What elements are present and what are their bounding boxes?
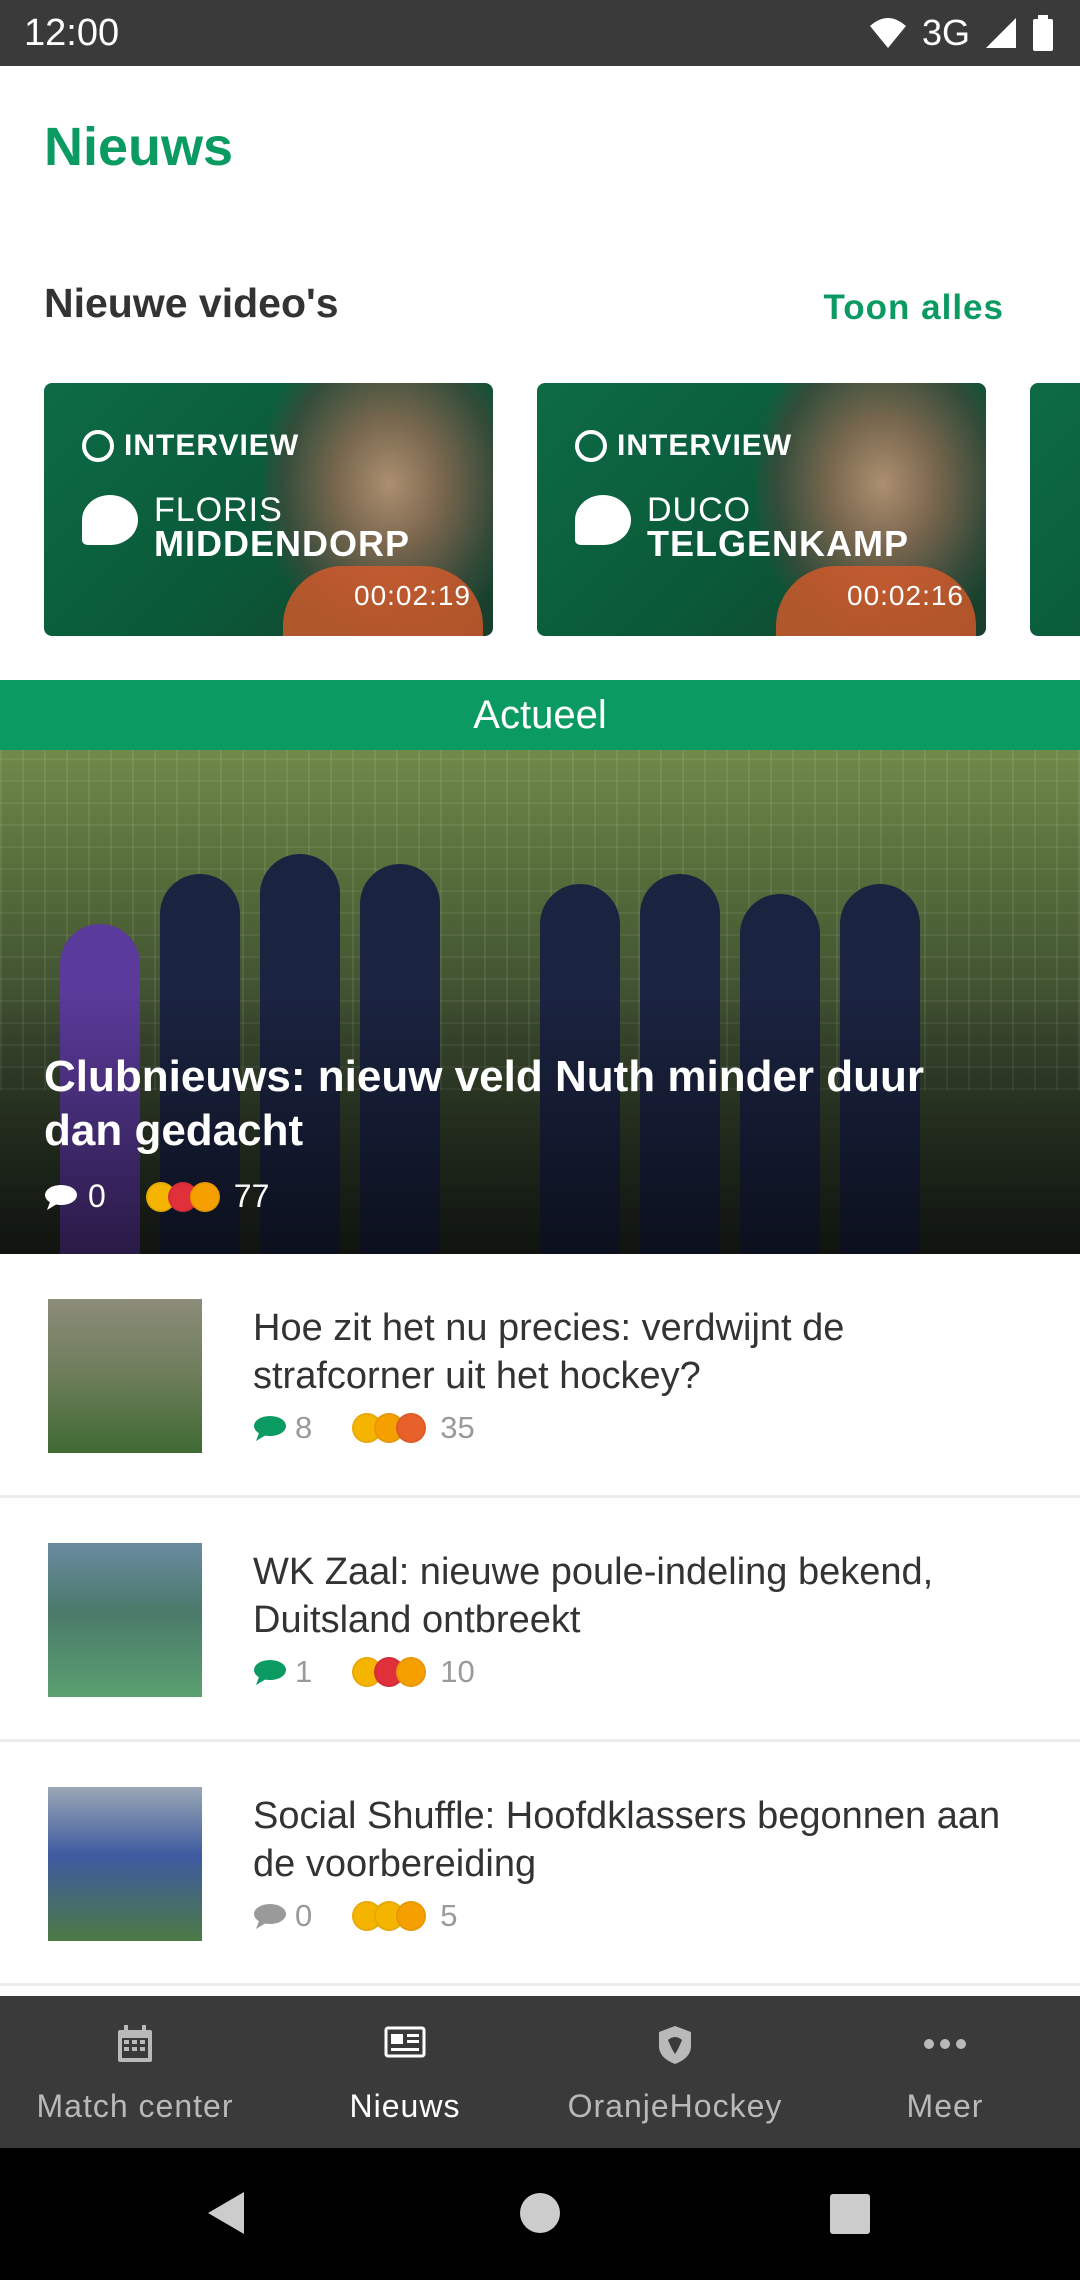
thumbs-down-icon (396, 1657, 427, 1687)
comment-icon (45, 1184, 77, 1210)
video-card[interactable]: INTERVIEW DUCO TELGENKAMP 00:02:16 (537, 383, 986, 636)
videos-header: Nieuwe video's Toon alles (44, 276, 1004, 336)
nav-item-oranjehockey[interactable]: OranjeHockey (540, 1996, 810, 2148)
comment-count: 8 (295, 1410, 313, 1445)
nav-label: OranjeHockey (567, 2088, 783, 2124)
status-icons: 3G (868, 12, 1054, 54)
actueel-header: Actueel (0, 680, 1080, 750)
article-thumbnail (48, 1299, 202, 1453)
article-title: WK Zaal: nieuwe poule-indeling bekend, D… (253, 1551, 934, 1641)
comment-icon (254, 1904, 286, 1929)
list-item[interactable]: WK Zaal: nieuwe poule-indeling bekend, D… (0, 1498, 1080, 1742)
back-icon[interactable] (204, 2190, 248, 2236)
more-dots-icon (924, 2039, 966, 2049)
angry-face-icon (396, 1413, 427, 1443)
article-title: Hoe zit het nu precies: verdwijnt de str… (253, 1307, 845, 1397)
recents-icon[interactable] (829, 2193, 871, 2235)
nav-label: Match center (36, 2088, 234, 2124)
nav-label: Meer (906, 2088, 984, 2124)
video-card[interactable]: INTERVIEW FLORIS MIDDENDORP 00:02:19 (44, 383, 493, 636)
signal-icon (986, 18, 1016, 48)
player-last-name: TELGENKAMP (647, 523, 909, 564)
reaction-icons (352, 1413, 427, 1443)
video-duration: 00:02:19 (354, 580, 471, 611)
video-carousel[interactable]: INTERVIEW FLORIS MIDDENDORP 00:02:19 INT… (44, 383, 1080, 636)
nav-item-match-center[interactable]: Match center (0, 1996, 270, 2148)
article-meta: 8 35 (253, 1410, 475, 1446)
hero-title[interactable]: Clubnieuws: nieuw veld Nuth minder duur … (44, 1050, 1004, 1158)
speech-bubble-icon (575, 495, 631, 545)
nav-item-meer[interactable]: Meer (810, 1996, 1080, 2148)
article-thumbnail (48, 1787, 202, 1941)
article-title: Social Shuffle: Hoofdklassers begonnen a… (253, 1795, 1001, 1885)
check-badge-icon (575, 430, 607, 462)
reaction-count: 35 (440, 1410, 475, 1445)
wifi-icon (869, 18, 906, 48)
video-card-partial[interactable] (1030, 383, 1080, 636)
thumbs-down-icon (396, 1901, 427, 1931)
interview-label: INTERVIEW (617, 429, 793, 462)
interview-tag: INTERVIEW (82, 429, 299, 463)
article-meta: 1 10 (253, 1654, 475, 1690)
interview-tag: INTERVIEW (575, 429, 792, 463)
home-icon[interactable] (518, 2191, 562, 2235)
nav-label: Nieuws (349, 2088, 461, 2124)
nav-item-nieuws[interactable]: Nieuws (270, 1996, 540, 2148)
reaction-count: 10 (440, 1654, 475, 1689)
reaction-icons (352, 1901, 427, 1931)
speech-bubble-icon (82, 495, 138, 545)
calendar-icon (118, 2025, 152, 2062)
check-badge-icon (82, 430, 114, 462)
comment-count: 1 (295, 1654, 313, 1689)
shield-icon (659, 2026, 691, 2064)
list-item[interactable]: Social Shuffle: Hoofdklassers begonnen a… (0, 1742, 1080, 1986)
list-item[interactable]: Hoe zit het nu precies: verdwijnt de str… (0, 1254, 1080, 1498)
hero-comment-count: 0 (88, 1178, 106, 1214)
thumbs-down-icon (189, 1181, 220, 1212)
comment-count: 0 (295, 1898, 313, 1933)
hero-reaction-count: 77 (233, 1178, 270, 1214)
system-navigation-bar (0, 2148, 1080, 2280)
hero-article[interactable]: Clubnieuws: nieuw veld Nuth minder duur … (0, 750, 1080, 1254)
status-bar: 12:00 3G (0, 0, 1080, 66)
interview-label: INTERVIEW (124, 429, 300, 462)
reaction-count: 5 (440, 1898, 458, 1933)
battery-icon (1033, 15, 1053, 51)
page-title: Nieuws (44, 117, 234, 177)
status-time: 12:00 (24, 12, 120, 54)
article-meta: 0 5 (253, 1898, 458, 1934)
videos-section-title: Nieuwe video's (44, 280, 339, 326)
show-all-button[interactable]: Toon alles (824, 288, 1005, 328)
video-duration: 00:02:16 (847, 580, 964, 611)
comment-icon (254, 1660, 286, 1685)
player-last-name: MIDDENDORP (154, 523, 411, 564)
bottom-navigation: Match center Nieuws OranjeHockey Meer (0, 1996, 1080, 2148)
reaction-icons (352, 1657, 427, 1687)
newspaper-icon (384, 2026, 426, 2058)
reaction-icons (145, 1181, 220, 1212)
hero-meta: 0 77 (44, 1178, 269, 1215)
article-thumbnail (48, 1543, 202, 1697)
network-type: 3G (921, 12, 970, 53)
comment-icon (254, 1416, 286, 1441)
